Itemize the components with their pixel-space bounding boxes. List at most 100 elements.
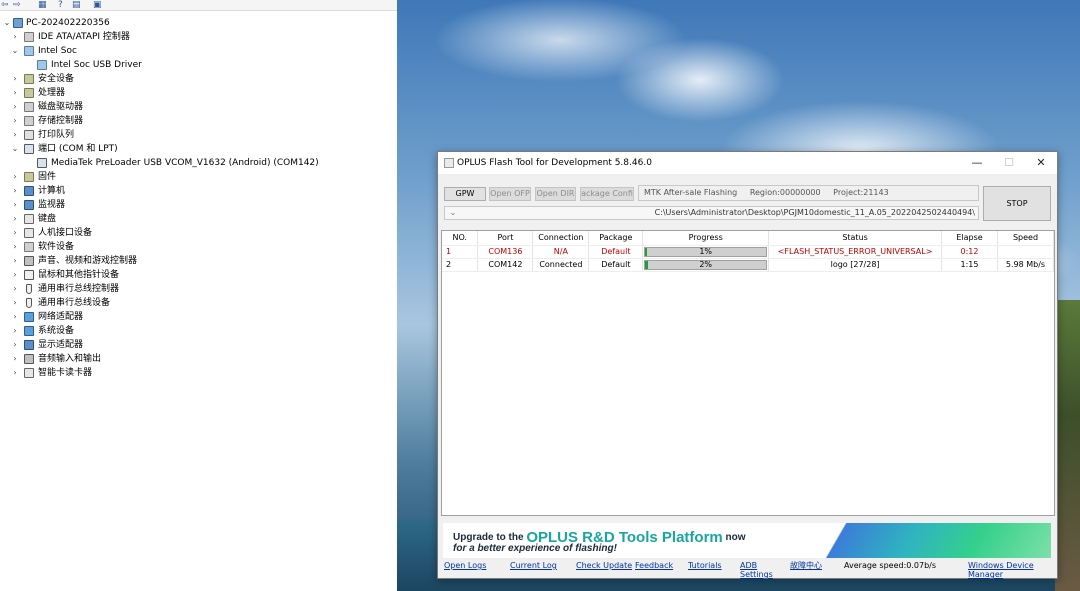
- maximize-button[interactable]: ☐: [993, 152, 1025, 174]
- chevron-right-icon[interactable]: ›: [10, 72, 20, 86]
- chevron-right-icon[interactable]: ›: [10, 30, 20, 44]
- tree-item-audio-io[interactable]: › 音频输入和输出: [0, 352, 397, 366]
- tree-item-label: Intel Soc: [38, 46, 77, 56]
- upgrade-banner[interactable]: Upgrade to the OPLUS R&D Tools Platform …: [443, 523, 1051, 558]
- tree-item-usb-controllers[interactable]: › 通用串行总线控制器: [0, 282, 397, 296]
- tree-item-label: 计算机: [38, 186, 66, 196]
- column-header[interactable]: Connection: [532, 231, 590, 246]
- column-header[interactable]: Progress: [642, 231, 770, 246]
- forward-arrow-icon[interactable]: ⇨: [13, 0, 21, 10]
- chevron-right-icon[interactable]: ›: [10, 324, 20, 338]
- minimize-button[interactable]: —: [961, 152, 993, 174]
- tree-item-intel-soc[interactable]: ⌄ Intel Soc: [0, 44, 397, 58]
- fault-center-link[interactable]: 故障中心: [790, 561, 822, 571]
- app-icon: [444, 158, 454, 168]
- tree-item-print-queues[interactable]: › 打印队列: [0, 128, 397, 142]
- column-header[interactable]: Speed: [997, 231, 1054, 246]
- tree-item-monitors[interactable]: › 监视器: [0, 198, 397, 212]
- monitor-icon: [24, 200, 34, 210]
- chevron-down-icon[interactable]: ⌄: [10, 44, 20, 58]
- tree-item-mediatek-preloader[interactable]: MediaTek PreLoader USB VCOM_V1632 (Andro…: [0, 156, 397, 170]
- chevron-right-icon[interactable]: ›: [10, 86, 20, 100]
- tutorials-link[interactable]: Tutorials: [688, 561, 722, 571]
- tree-item-ports[interactable]: ⌄ 端口 (COM 和 LPT): [0, 142, 397, 156]
- chevron-right-icon[interactable]: ›: [10, 310, 20, 324]
- chevron-right-icon[interactable]: ›: [10, 352, 20, 366]
- chevron-right-icon[interactable]: ›: [10, 128, 20, 142]
- chevron-right-icon[interactable]: ›: [10, 100, 20, 114]
- tree-item-security-devices[interactable]: › 安全设备: [0, 72, 397, 86]
- tree-item-mice[interactable]: › 鼠标和其他指针设备: [0, 268, 397, 282]
- progress-fill: [645, 247, 647, 256]
- chevron-right-icon[interactable]: ›: [10, 240, 20, 254]
- row-elapse: 1:15: [941, 258, 998, 272]
- chevron-down-icon[interactable]: ⌄: [447, 207, 459, 219]
- port-device-icon: [37, 158, 47, 168]
- open-dir-button[interactable]: Open DIR: [535, 187, 576, 201]
- tree-item-label: 处理器: [38, 88, 66, 98]
- banner-prefix: Upgrade to the: [453, 532, 527, 543]
- tree-item-storage-controllers[interactable]: › 存储控制器: [0, 114, 397, 128]
- tree-item-disk-drives[interactable]: › 磁盘驱动器: [0, 100, 397, 114]
- chevron-right-icon[interactable]: ›: [10, 366, 20, 380]
- adb-settings-link[interactable]: ADB Settings: [740, 561, 780, 579]
- tree-item-keyboards[interactable]: › 键盘: [0, 212, 397, 226]
- tree-item-firmware[interactable]: › 固件: [0, 170, 397, 184]
- column-header[interactable]: NO.: [442, 231, 479, 246]
- column-header[interactable]: Package: [588, 231, 644, 246]
- row-connection: Connected: [532, 258, 590, 272]
- tree-item-network-adapters[interactable]: › 网络适配器: [0, 310, 397, 324]
- back-arrow-icon[interactable]: ⇦: [1, 0, 9, 10]
- open-ofp-button[interactable]: Open OFP: [489, 187, 531, 201]
- stop-button[interactable]: STOP: [983, 186, 1051, 221]
- chevron-down-icon[interactable]: ⌄: [10, 142, 20, 156]
- chevron-right-icon[interactable]: ›: [10, 338, 20, 352]
- chevron-right-icon[interactable]: ›: [10, 296, 20, 310]
- column-header[interactable]: Status: [768, 231, 943, 246]
- tree-item-hid[interactable]: › 人机接口设备: [0, 226, 397, 240]
- processor-icon: [24, 88, 34, 98]
- gpw-button[interactable]: GPW: [444, 187, 486, 201]
- tree-item-smartcard-readers[interactable]: › 智能卡读卡器: [0, 366, 397, 380]
- tree-item-ide[interactable]: › IDE ATA/ATAPI 控制器: [0, 30, 397, 44]
- chevron-right-icon[interactable]: ›: [10, 184, 20, 198]
- chevron-right-icon[interactable]: ›: [10, 114, 20, 128]
- table-row[interactable]: 2 COM142 Connected Default 2% logo [27/2…: [442, 258, 1054, 272]
- open-logs-link[interactable]: Open Logs: [444, 561, 486, 571]
- check-update-link[interactable]: Check Update: [576, 561, 632, 571]
- column-header[interactable]: Elapse: [941, 231, 998, 246]
- tree-item-usb-devices[interactable]: › 通用串行总线设备: [0, 296, 397, 310]
- chevron-right-icon[interactable]: ›: [10, 170, 20, 184]
- view-list-icon[interactable]: ▤: [72, 0, 81, 10]
- tree-item-software-devices[interactable]: › 软件设备: [0, 240, 397, 254]
- view-grid-icon[interactable]: ▦: [38, 0, 47, 10]
- tree-item-sound[interactable]: › 声音、视频和游戏控制器: [0, 254, 397, 268]
- title-bar[interactable]: OPLUS Flash Tool for Development 5.8.46.…: [438, 152, 1057, 174]
- package-config-button[interactable]: ackage Confi: [580, 187, 634, 201]
- monitor-icon[interactable]: ▣: [93, 0, 102, 10]
- chevron-right-icon[interactable]: ›: [10, 268, 20, 282]
- tree-item-processors[interactable]: › 处理器: [0, 86, 397, 100]
- tree-item-computer[interactable]: › 计算机: [0, 184, 397, 198]
- current-log-link[interactable]: Current Log: [510, 561, 557, 571]
- chevron-right-icon[interactable]: ›: [10, 198, 20, 212]
- computer-icon: [13, 18, 23, 28]
- row-port: COM136: [477, 245, 534, 259]
- chevron-down-icon[interactable]: ⌄: [2, 16, 12, 30]
- package-path-field[interactable]: ⌄ C:\Users\Administrator\Desktop\PGJM10d…: [444, 206, 979, 220]
- help-icon[interactable]: ?: [58, 0, 63, 10]
- tree-root[interactable]: ⌄ PC-202402220356: [0, 16, 397, 30]
- chevron-right-icon[interactable]: ›: [10, 254, 20, 268]
- close-button[interactable]: ✕: [1025, 152, 1057, 174]
- feedback-link[interactable]: Feedback: [635, 561, 673, 571]
- tree-item-display-adapters[interactable]: › 显示适配器: [0, 338, 397, 352]
- chevron-right-icon[interactable]: ›: [10, 226, 20, 240]
- tree-item-system-devices[interactable]: › 系统设备: [0, 324, 397, 338]
- chevron-right-icon[interactable]: ›: [10, 212, 20, 226]
- chevron-right-icon[interactable]: ›: [10, 282, 20, 296]
- windows-device-manager-link[interactable]: Windows Device Manager: [968, 561, 1052, 579]
- smartcard-reader-icon: [24, 368, 34, 378]
- tree-item-intel-soc-usb-driver[interactable]: Intel Soc USB Driver: [0, 58, 397, 72]
- table-row[interactable]: 1 COM136 N/A Default 1% <FLASH_STATUS_ER…: [442, 245, 1054, 259]
- column-header[interactable]: Port: [477, 231, 534, 246]
